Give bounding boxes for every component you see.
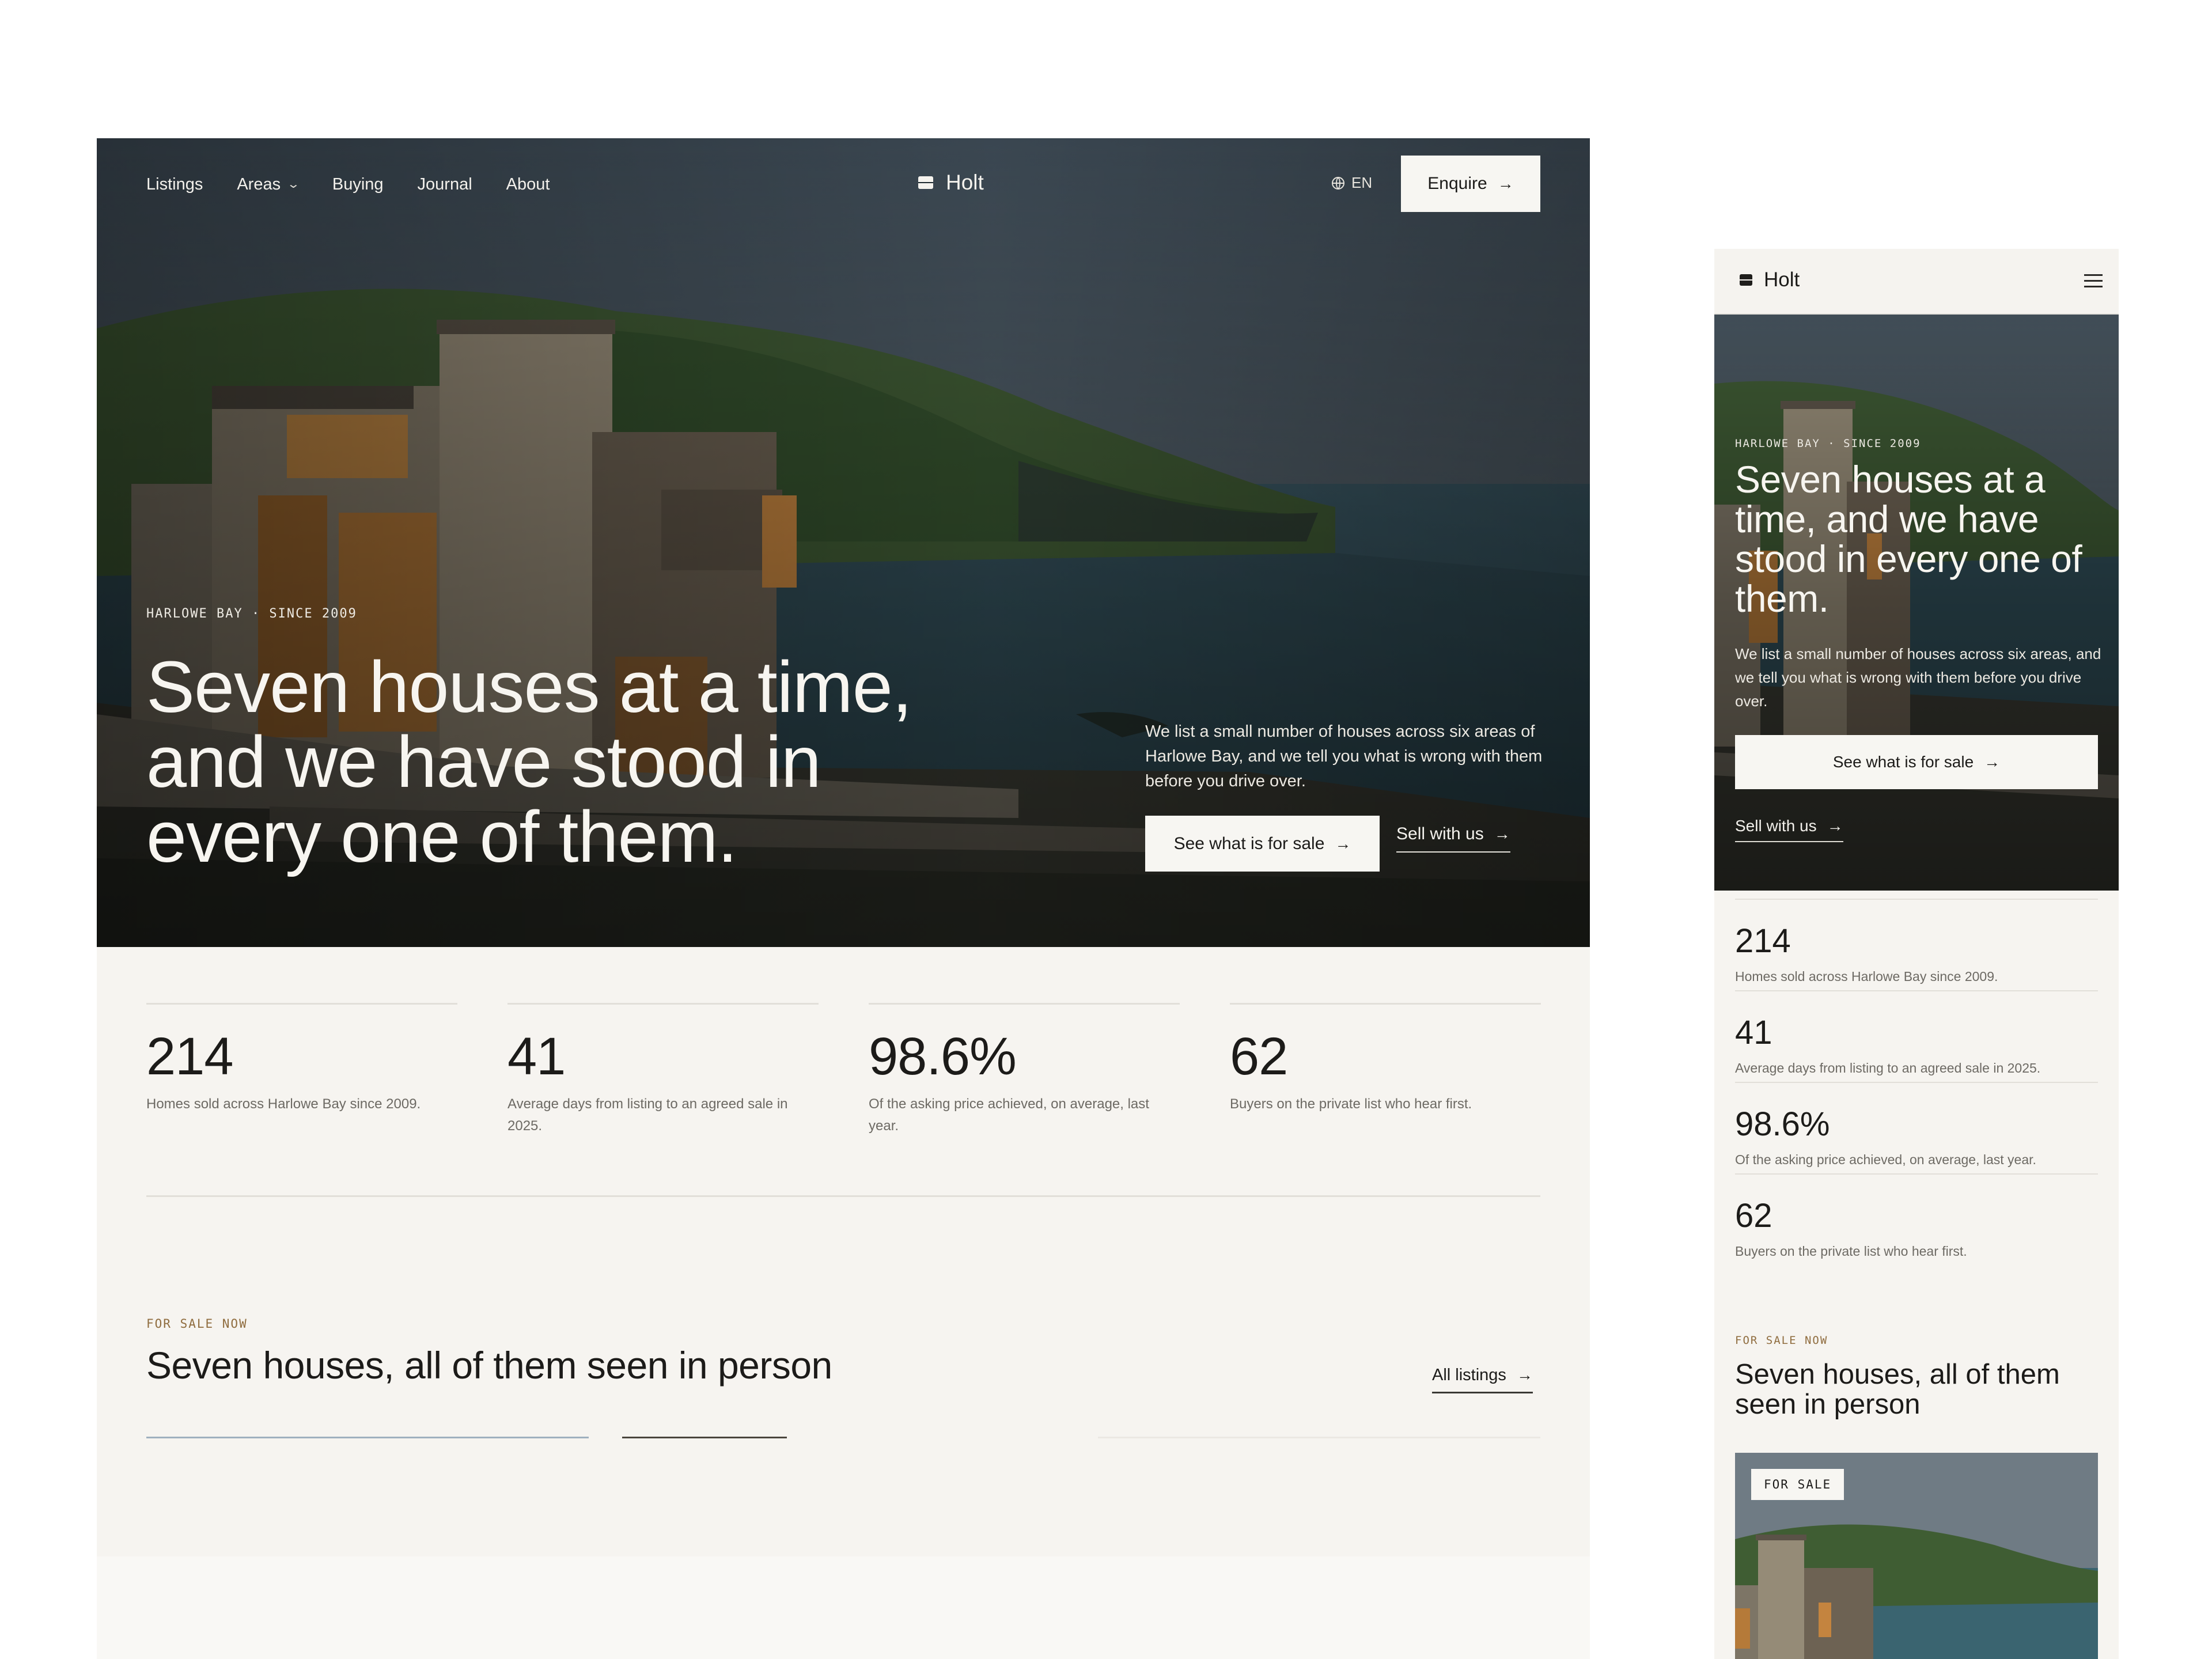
stat-label: Buyers on the private list who hear firs… bbox=[1230, 1096, 1472, 1112]
language-switcher[interactable]: EN bbox=[1332, 174, 1372, 192]
stat-value: 98.6% bbox=[1735, 1105, 1830, 1143]
stat-private-buyers: 62 Buyers on the private list who hear f… bbox=[1230, 1003, 1541, 1115]
arrow-right-icon: → bbox=[1494, 825, 1510, 843]
all-listings-link[interactable]: All listings → bbox=[1432, 1358, 1533, 1393]
hero-section: Listings Areas ⌄ Buying Journal About Hol… bbox=[97, 138, 1590, 947]
mobile-stat-private-buyers: 62 Buyers on the private list who hear f… bbox=[1735, 1173, 2098, 1261]
listing-card-edge bbox=[1098, 1437, 1540, 1438]
hero-eyebrow: HARLOWE BAY · SINCE 2009 bbox=[146, 607, 357, 621]
stat-value: 41 bbox=[1735, 1014, 1772, 1051]
stat-label: Of the asking price achieved, on average… bbox=[1735, 1152, 2036, 1167]
arrow-right-icon: → bbox=[1497, 175, 1514, 192]
nav-journal-label: Journal bbox=[417, 175, 472, 194]
chevron-down-icon: ⌄ bbox=[286, 177, 301, 191]
listing-card-edge bbox=[146, 1437, 589, 1438]
section-divider bbox=[146, 1195, 1540, 1197]
logo-mark-icon bbox=[1740, 274, 1752, 286]
stat-value: 62 bbox=[1735, 1197, 1772, 1234]
mobile-header: Holt bbox=[1714, 249, 2119, 315]
stat-value: 41 bbox=[507, 1027, 566, 1086]
nav-listings-label: Listings bbox=[146, 175, 203, 194]
nav-areas[interactable]: Areas ⌄ bbox=[237, 175, 301, 194]
all-listings-label: All listings bbox=[1432, 1365, 1506, 1384]
stat-label: Buyers on the private list who hear firs… bbox=[1735, 1244, 1967, 1259]
nav-about[interactable]: About bbox=[506, 175, 550, 194]
logo-mark-icon bbox=[918, 176, 933, 189]
mobile-hero-eyebrow: HARLOWE BAY · SINCE 2009 bbox=[1735, 437, 1921, 450]
nav-buying-label: Buying bbox=[332, 175, 384, 194]
mobile-frame: Holt HARLOWE BAY · SINCE 2009 Seven hous… bbox=[1714, 249, 2119, 1659]
for-sale-eyebrow: FOR SALE NOW bbox=[146, 1317, 248, 1331]
enquire-button[interactable]: Enquire → bbox=[1401, 156, 1540, 212]
mobile-for-sale-eyebrow: FOR SALE NOW bbox=[1735, 1334, 1828, 1347]
hamburger-menu-icon[interactable] bbox=[2084, 274, 2103, 288]
nav-about-label: About bbox=[506, 175, 550, 194]
mobile-for-sale-title: Seven houses, all of them seen in person bbox=[1735, 1359, 2060, 1420]
stat-homes-sold: 214 Homes sold across Harlowe Bay since … bbox=[146, 1003, 457, 1115]
sell-with-us-label: Sell with us bbox=[1396, 824, 1484, 843]
stat-label: Homes sold across Harlowe Bay since 2009… bbox=[146, 1096, 421, 1112]
language-label: EN bbox=[1351, 174, 1373, 191]
stat-label: Of the asking price achieved, on average… bbox=[869, 1096, 1149, 1134]
stat-value: 98.6% bbox=[869, 1027, 1017, 1086]
nav-listings[interactable]: Listings bbox=[146, 175, 203, 194]
stat-value: 62 bbox=[1230, 1027, 1288, 1086]
arrow-right-icon: → bbox=[1516, 1366, 1533, 1384]
stat-label: Average days from listing to an agreed s… bbox=[507, 1096, 788, 1134]
see-for-sale-label: See what is for sale bbox=[1173, 834, 1325, 853]
nav-buying[interactable]: Buying bbox=[332, 175, 384, 194]
stat-label: Homes sold across Harlowe Bay since 2009… bbox=[1735, 969, 1998, 984]
mobile-stat-average-days: 41 Average days from listing to an agree… bbox=[1735, 990, 2098, 1078]
listing-card-edge bbox=[622, 1437, 787, 1438]
mobile-see-for-sale-button[interactable]: See what is for sale → bbox=[1735, 735, 2098, 789]
mobile-brand-logo[interactable]: Holt bbox=[1740, 268, 1800, 291]
globe-icon bbox=[1332, 176, 1344, 190]
mobile-sell-with-us-link[interactable]: Sell with us → bbox=[1735, 811, 1843, 842]
stat-value: 214 bbox=[1735, 922, 1791, 960]
enquire-label: Enquire bbox=[1427, 174, 1487, 193]
sell-with-us-link[interactable]: Sell with us → bbox=[1396, 817, 1510, 853]
hero-headline: Seven houses at a time, and we have stoo… bbox=[146, 646, 912, 877]
see-for-sale-button[interactable]: See what is for sale → bbox=[1145, 816, 1380, 872]
lower-section bbox=[97, 1556, 1590, 1659]
stats-row: 214 Homes sold across Harlowe Bay since … bbox=[146, 1003, 1541, 1187]
nav-journal[interactable]: Journal bbox=[418, 175, 472, 194]
arrow-right-icon: → bbox=[1827, 817, 1843, 835]
desktop-frame: Listings Areas ⌄ Buying Journal About Hol… bbox=[97, 138, 1590, 1659]
mobile-hero-headline: Seven houses at a time, and we have stoo… bbox=[1735, 458, 2082, 620]
mobile-hero-lede: We list a small number of houses across … bbox=[1735, 645, 2101, 710]
stat-value: 214 bbox=[146, 1027, 234, 1086]
stat-label: Average days from listing to an agreed s… bbox=[1735, 1060, 2041, 1075]
listing-card[interactable]: FOR SALE bbox=[1735, 1453, 2098, 1659]
mobile-hero: HARLOWE BAY · SINCE 2009 Seven houses at… bbox=[1714, 315, 2119, 891]
hero-lede: We list a small number of houses across … bbox=[1145, 722, 1543, 790]
nav-areas-label: Areas bbox=[237, 175, 281, 194]
brand-name: Holt bbox=[946, 171, 984, 194]
brand-logo[interactable]: Holt bbox=[918, 171, 984, 195]
mobile-stat-asking-price: 98.6% Of the asking price achieved, on a… bbox=[1735, 1082, 2098, 1169]
for-sale-title: Seven houses, all of them seen in person bbox=[146, 1344, 832, 1387]
for-sale-badge: FOR SALE bbox=[1751, 1469, 1844, 1500]
arrow-right-icon: → bbox=[1335, 834, 1351, 853]
stat-asking-price: 98.6% Of the asking price achieved, on a… bbox=[869, 1003, 1180, 1137]
mobile-see-for-sale-label: See what is for sale bbox=[1832, 753, 1974, 771]
stat-average-days: 41 Average days from listing to an agree… bbox=[507, 1003, 819, 1137]
mobile-sell-with-us-label: Sell with us bbox=[1735, 817, 1817, 835]
mobile-brand-name: Holt bbox=[1764, 268, 1800, 291]
arrow-right-icon: → bbox=[1984, 753, 2001, 771]
mobile-stat-homes-sold: 214 Homes sold across Harlowe Bay since … bbox=[1735, 899, 2098, 986]
primary-nav: Listings Areas ⌄ Buying Journal About bbox=[146, 173, 550, 196]
